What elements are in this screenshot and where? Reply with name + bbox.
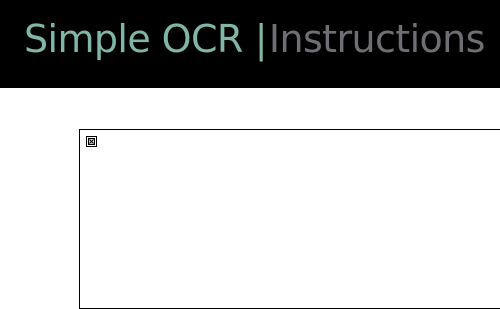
app-header: Simple OCR | Instructions xyxy=(0,0,500,88)
title-separator: | xyxy=(254,17,268,61)
section-title: Instructions xyxy=(268,17,486,61)
page-title: Simple OCR | Instructions xyxy=(24,14,485,64)
instructions-content-frame xyxy=(79,129,500,309)
app-title: Simple OCR xyxy=(24,17,243,61)
broken-image-icon xyxy=(86,136,97,147)
